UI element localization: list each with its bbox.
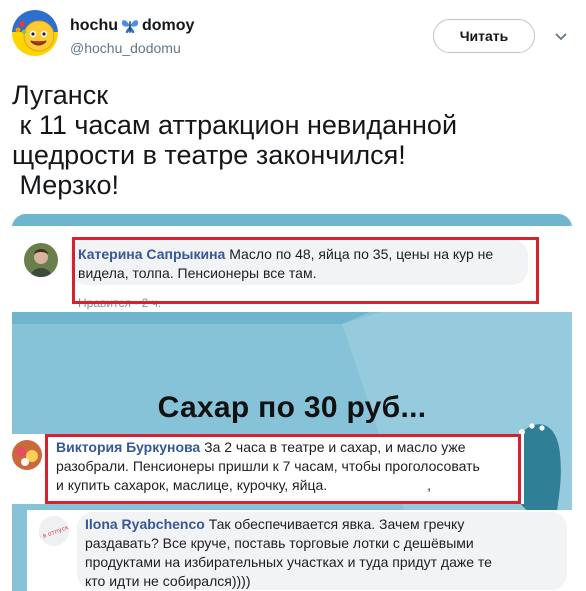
comment-text-3: Ilona Ryabchenco Так обеспечивается явка…: [85, 515, 565, 591]
display-name[interactable]: hochu domoy: [70, 17, 194, 35]
user-handle[interactable]: @hochu_dodomu: [70, 40, 181, 56]
comment-3-line1: Так обеспечивается явка. Зачем гречку: [204, 516, 465, 532]
comment-3-line3: продуктами на избирательных участках и т…: [85, 554, 492, 570]
comment-3-line4: кто идти не собирался)))): [85, 573, 251, 589]
comment-3-line2: раздавать? Все круче, поставь торговые л…: [85, 535, 474, 551]
image-caption: Сахар по 30 руб...: [157, 391, 427, 424]
comment-author-3[interactable]: Ilona Ryabchenco: [85, 516, 205, 532]
follow-button[interactable]: Читать: [433, 19, 535, 53]
comment-card-2: Виктория Буркунова За 2 часа в театре и …: [12, 434, 524, 504]
tweet-header: hochu domoy @hochu_dodomu Читать: [12, 10, 574, 58]
tweet-text: Луганск к 11 часам аттракцион невиданной…: [12, 80, 458, 200]
comment-card-3: Я в отпуске Ilona Ryabchenco Так обеспеч…: [27, 510, 572, 591]
commenter-avatar-1[interactable]: [24, 243, 58, 277]
tweet-media-image[interactable]: Катерина Сапрыкина Масло по 48, яйца по …: [12, 214, 572, 591]
commenter-avatar-2[interactable]: [12, 440, 42, 470]
user-avatar[interactable]: [12, 10, 58, 56]
display-name-part2: domoy: [142, 17, 195, 34]
highlight-box-2: [45, 434, 521, 504]
highlight-box-1: [72, 237, 539, 304]
butterfly-icon: [120, 17, 140, 35]
chevron-down-icon[interactable]: [553, 28, 569, 44]
comment-card-1: Катерина Сапрыкина Масло по 48, яйца по …: [12, 226, 572, 312]
display-name-part1: hochu: [70, 17, 118, 34]
commenter-avatar-3[interactable]: Я в отпуске: [39, 516, 69, 546]
